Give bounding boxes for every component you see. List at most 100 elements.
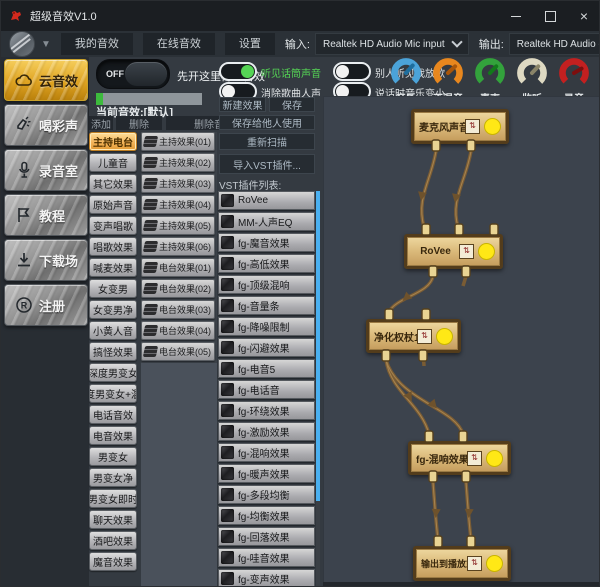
new-effect-button[interactable]: 新建效果 <box>219 97 266 112</box>
sidebar-item-tutorial[interactable]: 教程 <box>4 194 88 236</box>
category-button[interactable]: 男变女 <box>89 447 137 466</box>
category-button[interactable]: 男变女净 <box>89 468 137 487</box>
category-button[interactable]: 电音效果 <box>89 426 137 445</box>
sort-arrows-icon[interactable]: ⇅ <box>417 329 432 344</box>
tab-add[interactable]: 添加 <box>89 116 113 130</box>
vst-plugin-item[interactable]: fg-电话音 <box>218 380 315 399</box>
toggle-others-hear-music[interactable] <box>333 62 371 81</box>
horizontal-scrollbar[interactable] <box>323 582 600 587</box>
input-device-select[interactable]: Realtek HD Audio Mic input <box>315 33 469 55</box>
category-button[interactable]: 深度男变女+混响 <box>89 384 137 403</box>
sidebar-item-cloud-effects[interactable]: 云音效 <box>4 59 88 101</box>
maximize-button[interactable] <box>533 1 567 31</box>
category-button[interactable]: 儿童音 <box>89 153 137 172</box>
sidebar-item-register[interactable]: R 注册 <box>4 284 88 326</box>
preset-item[interactable]: 主持效果(03) <box>141 174 215 193</box>
vst-scrollbar-track[interactable] <box>316 191 320 587</box>
vst-plugin-item[interactable]: fg-环绕效果 <box>218 401 315 420</box>
preset-item[interactable]: 电台效果(05) <box>141 342 215 361</box>
node-indicator[interactable] <box>478 243 495 260</box>
output-device-select[interactable]: Realtek HD Audio output <box>509 33 600 55</box>
preset-item[interactable]: 电台效果(02) <box>141 279 215 298</box>
category-button[interactable]: 主持电台 <box>89 132 137 151</box>
vst-plugin-item[interactable]: fg-高低效果 <box>218 254 315 273</box>
node-indicator[interactable] <box>486 450 503 467</box>
tab-online-effects[interactable]: 在线音效 <box>143 33 215 55</box>
node-indicator[interactable] <box>486 555 503 572</box>
vst-plugin-item[interactable]: MM-人声EQ <box>218 212 315 231</box>
vst-plugin-item[interactable]: fg-电音5 <box>218 359 315 378</box>
node-graph-canvas[interactable]: 麦克风声音 ⇅ RoVee ⇅ 净化权杖1 ⇅ fg-混响效果 ⇅ 输出到播放或… <box>323 96 600 587</box>
preset-item[interactable]: 主持效果(05) <box>141 216 215 235</box>
preset-item[interactable]: 电台效果(04) <box>141 321 215 340</box>
import-vst-button[interactable]: 导入VST插件... <box>219 154 315 174</box>
sort-arrows-icon[interactable]: ⇅ <box>465 119 480 134</box>
sidebar-item-downloads[interactable]: 下载场 <box>4 239 88 281</box>
chevron-down-icon[interactable]: ▼ <box>41 39 51 50</box>
category-button[interactable]: 其它效果 <box>89 174 137 193</box>
vst-plugin-item[interactable]: fg-均衡效果 <box>218 506 315 525</box>
node-purify-staff[interactable]: 净化权杖1 ⇅ <box>366 319 461 353</box>
minimize-button[interactable] <box>499 1 533 31</box>
vst-scrollbar-thumb[interactable] <box>316 191 320 501</box>
node-indicator[interactable] <box>484 118 501 135</box>
tab-delete[interactable]: 删除 <box>116 116 162 130</box>
vst-plugin-item[interactable]: fg-变声效果 <box>218 569 315 587</box>
vst-plugin-item[interactable]: fg-音量条 <box>218 296 315 315</box>
close-button[interactable]: × <box>567 1 600 31</box>
vst-plugin-item[interactable]: fg-混响效果 <box>218 443 315 462</box>
vst-plugin-item[interactable]: fg-回落效果 <box>218 527 315 546</box>
category-button[interactable]: 魔音效果 <box>89 552 137 571</box>
preset-item[interactable]: 主持效果(02) <box>141 153 215 172</box>
category-label: 聊天效果 <box>93 512 133 527</box>
preset-item[interactable]: 电台效果(03) <box>141 300 215 319</box>
sidebar-item-recording-studio[interactable]: 录音室 <box>4 149 88 191</box>
vst-plugin-item[interactable]: fg-哇音效果 <box>218 548 315 567</box>
vst-plugin-item[interactable]: fg-顶级混响 <box>218 275 315 294</box>
logo-button[interactable] <box>9 31 35 57</box>
node-output[interactable]: 输出到播放或录音 ⇅ <box>413 546 511 581</box>
node-reverb-effect[interactable]: fg-混响效果 ⇅ <box>408 441 511 475</box>
vst-plugin-item[interactable]: fg-降噪限制 <box>218 317 315 336</box>
category-button[interactable]: 女变男 <box>89 279 137 298</box>
tab-my-effects[interactable]: 我的音效 <box>61 33 133 55</box>
node-wires <box>323 96 600 587</box>
category-button[interactable]: 搞怪效果 <box>89 342 137 361</box>
vst-plugin-icon <box>221 383 234 396</box>
vst-plugin-item[interactable]: fg-多段均衡 <box>218 485 315 504</box>
category-button[interactable]: 小黄人音 <box>89 321 137 340</box>
category-button[interactable]: 电话音效 <box>89 405 137 424</box>
vst-plugin-item[interactable]: RoVee <box>218 191 315 210</box>
category-button[interactable]: 唱歌效果 <box>89 237 137 256</box>
category-button[interactable]: 喊麦效果 <box>89 258 137 277</box>
vst-plugin-item[interactable]: fg-暖声效果 <box>218 464 315 483</box>
tab-settings[interactable]: 设置 <box>225 33 275 55</box>
node-mic-input[interactable]: 麦克风声音 ⇅ <box>411 109 509 144</box>
category-button[interactable]: 男变女即时 <box>89 489 137 508</box>
preset-item[interactable]: 电台效果(01) <box>141 258 215 277</box>
power-toggle[interactable]: OFF <box>96 59 170 89</box>
toggle-hear-mic[interactable] <box>219 62 257 81</box>
category-button[interactable]: 原始声音 <box>89 195 137 214</box>
preset-item[interactable]: 主持效果(01) <box>141 132 215 151</box>
category-button[interactable]: 变声唱歌 <box>89 216 137 235</box>
category-button[interactable]: 女变男净 <box>89 300 137 319</box>
node-indicator[interactable] <box>436 328 453 345</box>
vst-plugin-item[interactable]: fg-魔音效果 <box>218 233 315 252</box>
vst-plugin-item[interactable]: fg-激励效果 <box>218 422 315 441</box>
category-button[interactable]: 深度男变女 <box>89 363 137 382</box>
node-rovee[interactable]: RoVee ⇅ <box>404 234 503 269</box>
vst-plugin-item[interactable]: fg-闪避效果 <box>218 338 315 357</box>
category-button[interactable]: 酒吧效果 <box>89 531 137 550</box>
sort-arrows-icon[interactable]: ⇅ <box>467 556 482 571</box>
preset-item[interactable]: 主持效果(06) <box>141 237 215 256</box>
preset-item[interactable]: 主持效果(04) <box>141 195 215 214</box>
save-button[interactable]: 保存 <box>269 97 315 112</box>
save-for-others-button[interactable]: 保存给他人使用 <box>219 115 315 130</box>
output-device-value: Realtek HD Audio output <box>517 39 600 50</box>
category-button[interactable]: 聊天效果 <box>89 510 137 529</box>
sidebar-item-cheer-sounds[interactable]: 喝彩声 <box>4 104 88 146</box>
sort-arrows-icon[interactable]: ⇅ <box>467 451 482 466</box>
sort-arrows-icon[interactable]: ⇅ <box>459 244 474 259</box>
rescan-button[interactable]: 重新扫描 <box>219 133 315 150</box>
